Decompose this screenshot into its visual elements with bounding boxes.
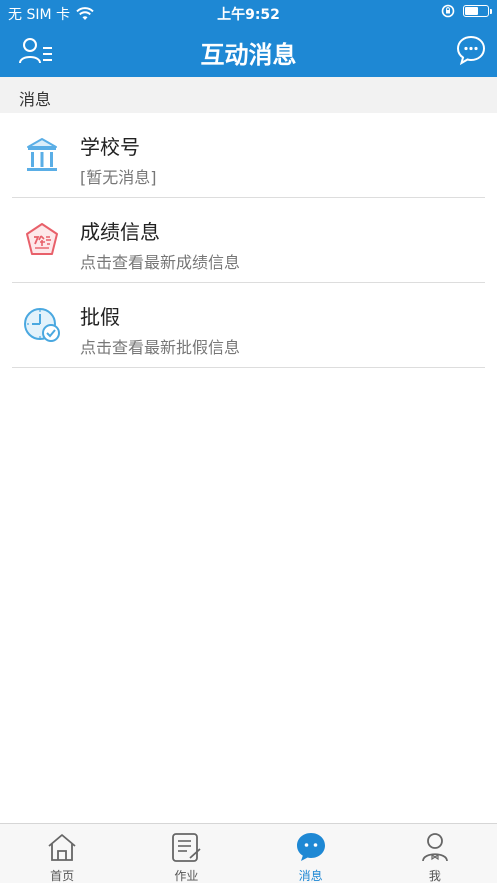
status-time: 上午9:52: [217, 7, 280, 23]
message-item-subtitle: 点击查看最新成绩信息: [80, 253, 241, 272]
message-item-name: 学校号: [80, 135, 140, 159]
homework-icon: [172, 833, 201, 862]
tab-label: 作业: [174, 869, 199, 883]
orientation-lock-icon: [441, 4, 455, 18]
tab-messages[interactable]: 消息: [249, 824, 373, 883]
message-item-name: 成绩信息: [80, 220, 160, 244]
tab-label: 消息: [298, 869, 323, 883]
profile-icon: [421, 833, 448, 862]
chat-button[interactable]: [455, 34, 487, 66]
message-item-subtitle: 点击查看最新批假信息: [80, 338, 241, 357]
tab-bar: 首页 作业 消息 我: [0, 823, 497, 883]
tab-label: 首页: [50, 869, 75, 883]
tab-label: 我: [428, 869, 441, 883]
message-icon: [296, 833, 325, 861]
status-bar: 无 SIM 卡 上午9:52: [0, 0, 497, 24]
section-title: 消息: [19, 90, 52, 109]
message-item-subtitle: [暂无消息]: [80, 168, 157, 187]
message-item-scores[interactable]: 成绩信息 点击查看最新成绩信息: [12, 198, 485, 283]
school-building-icon: [27, 138, 57, 171]
message-item-name: 批假: [80, 305, 120, 329]
section-header: 消息: [0, 77, 497, 113]
tab-profile[interactable]: 我: [373, 824, 497, 883]
page-title: 互动消息: [200, 41, 297, 69]
message-item-leave[interactable]: 批假 点击查看最新批假信息: [12, 283, 485, 368]
leave-clock-icon: [24, 308, 60, 342]
message-list: 学校号 [暂无消息] 成绩信息 点击查看最新成绩信息 批假 点击查看最新批假信息: [0, 113, 497, 368]
score-badge-icon: [26, 223, 58, 255]
nav-bar: 互动消息: [0, 24, 497, 77]
tab-home[interactable]: 首页: [0, 824, 124, 883]
tab-homework[interactable]: 作业: [124, 824, 248, 883]
status-right: [441, 4, 492, 18]
battery-icon: [463, 5, 492, 17]
home-icon: [48, 834, 76, 861]
chat-bubble-icon: [456, 35, 486, 66]
message-item-school[interactable]: 学校号 [暂无消息]: [12, 113, 485, 198]
